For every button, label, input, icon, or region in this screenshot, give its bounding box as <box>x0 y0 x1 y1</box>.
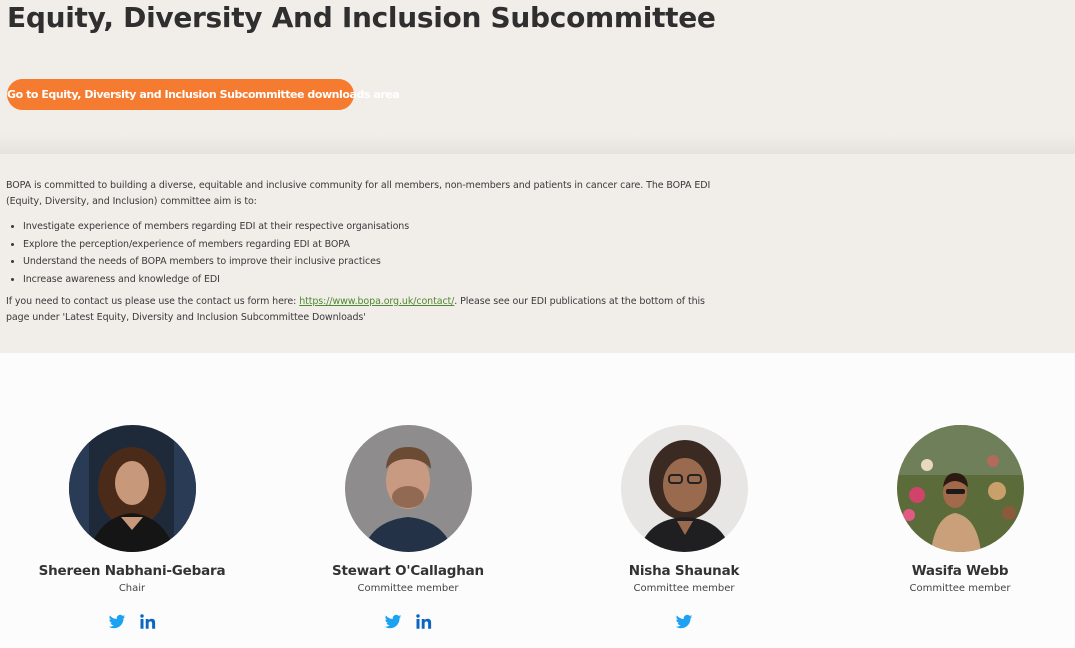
member-socials <box>850 613 1070 633</box>
aim-item: Investigate experience of members regard… <box>23 218 716 236</box>
member-avatar <box>344 425 472 552</box>
member-socials <box>574 613 794 633</box>
member-socials <box>22 613 242 633</box>
aims-list: Investigate experience of members regard… <box>6 218 716 288</box>
member-role: Committee member <box>909 583 1011 594</box>
contact-link[interactable]: https://www.bopa.org.uk/contact/ <box>299 296 454 307</box>
aim-item: Increase awareness and knowledge of EDI <box>23 271 716 289</box>
member-avatar <box>896 425 1024 552</box>
intro-section: BOPA is committed to building a diverse,… <box>0 154 1075 353</box>
member-name: Shereen Nabhani-Gebara <box>38 563 226 579</box>
member-role: Committee member <box>357 583 459 594</box>
twitter-icon[interactable] <box>108 613 126 631</box>
page-header: Equity, Diversity And Inclusion Subcommi… <box>0 0 1075 154</box>
aim-item: Explore the perception/experience of mem… <box>23 236 716 254</box>
member-avatar <box>68 425 196 552</box>
linkedin-icon[interactable] <box>415 613 433 631</box>
member-name: Stewart O'Callaghan <box>332 563 484 579</box>
member-card: Nisha Shaunak Committee member <box>574 425 794 633</box>
intro-paragraph: BOPA is committed to building a diverse,… <box>6 180 711 207</box>
member-role: Chair <box>118 583 146 594</box>
member-name: Nisha Shaunak <box>628 563 740 579</box>
aim-item: Understand the needs of BOPA members to … <box>23 253 716 271</box>
member-name: Wasifa Webb <box>911 563 1009 579</box>
member-card: Wasifa Webb Committee member <box>850 425 1070 633</box>
downloads-area-button[interactable]: Go to Equity, Diversity and Inclusion Su… <box>7 79 400 110</box>
contact-paragraph: If you need to contact us please use the… <box>6 294 716 326</box>
twitter-icon[interactable] <box>384 613 402 631</box>
member-card: Shereen Nabhani-Gebara Chair <box>22 425 242 633</box>
contact-prefix: If you need to contact us please use the… <box>6 296 300 307</box>
member-avatar <box>620 425 748 552</box>
page-title: Equity, Diversity And Inclusion Subcommi… <box>7 1 716 34</box>
twitter-icon[interactable] <box>675 613 693 631</box>
linkedin-icon[interactable] <box>139 613 157 631</box>
member-role: Committee member <box>633 583 735 594</box>
member-card: Stewart O'Callaghan Committee member <box>298 425 518 633</box>
member-socials <box>298 613 518 633</box>
